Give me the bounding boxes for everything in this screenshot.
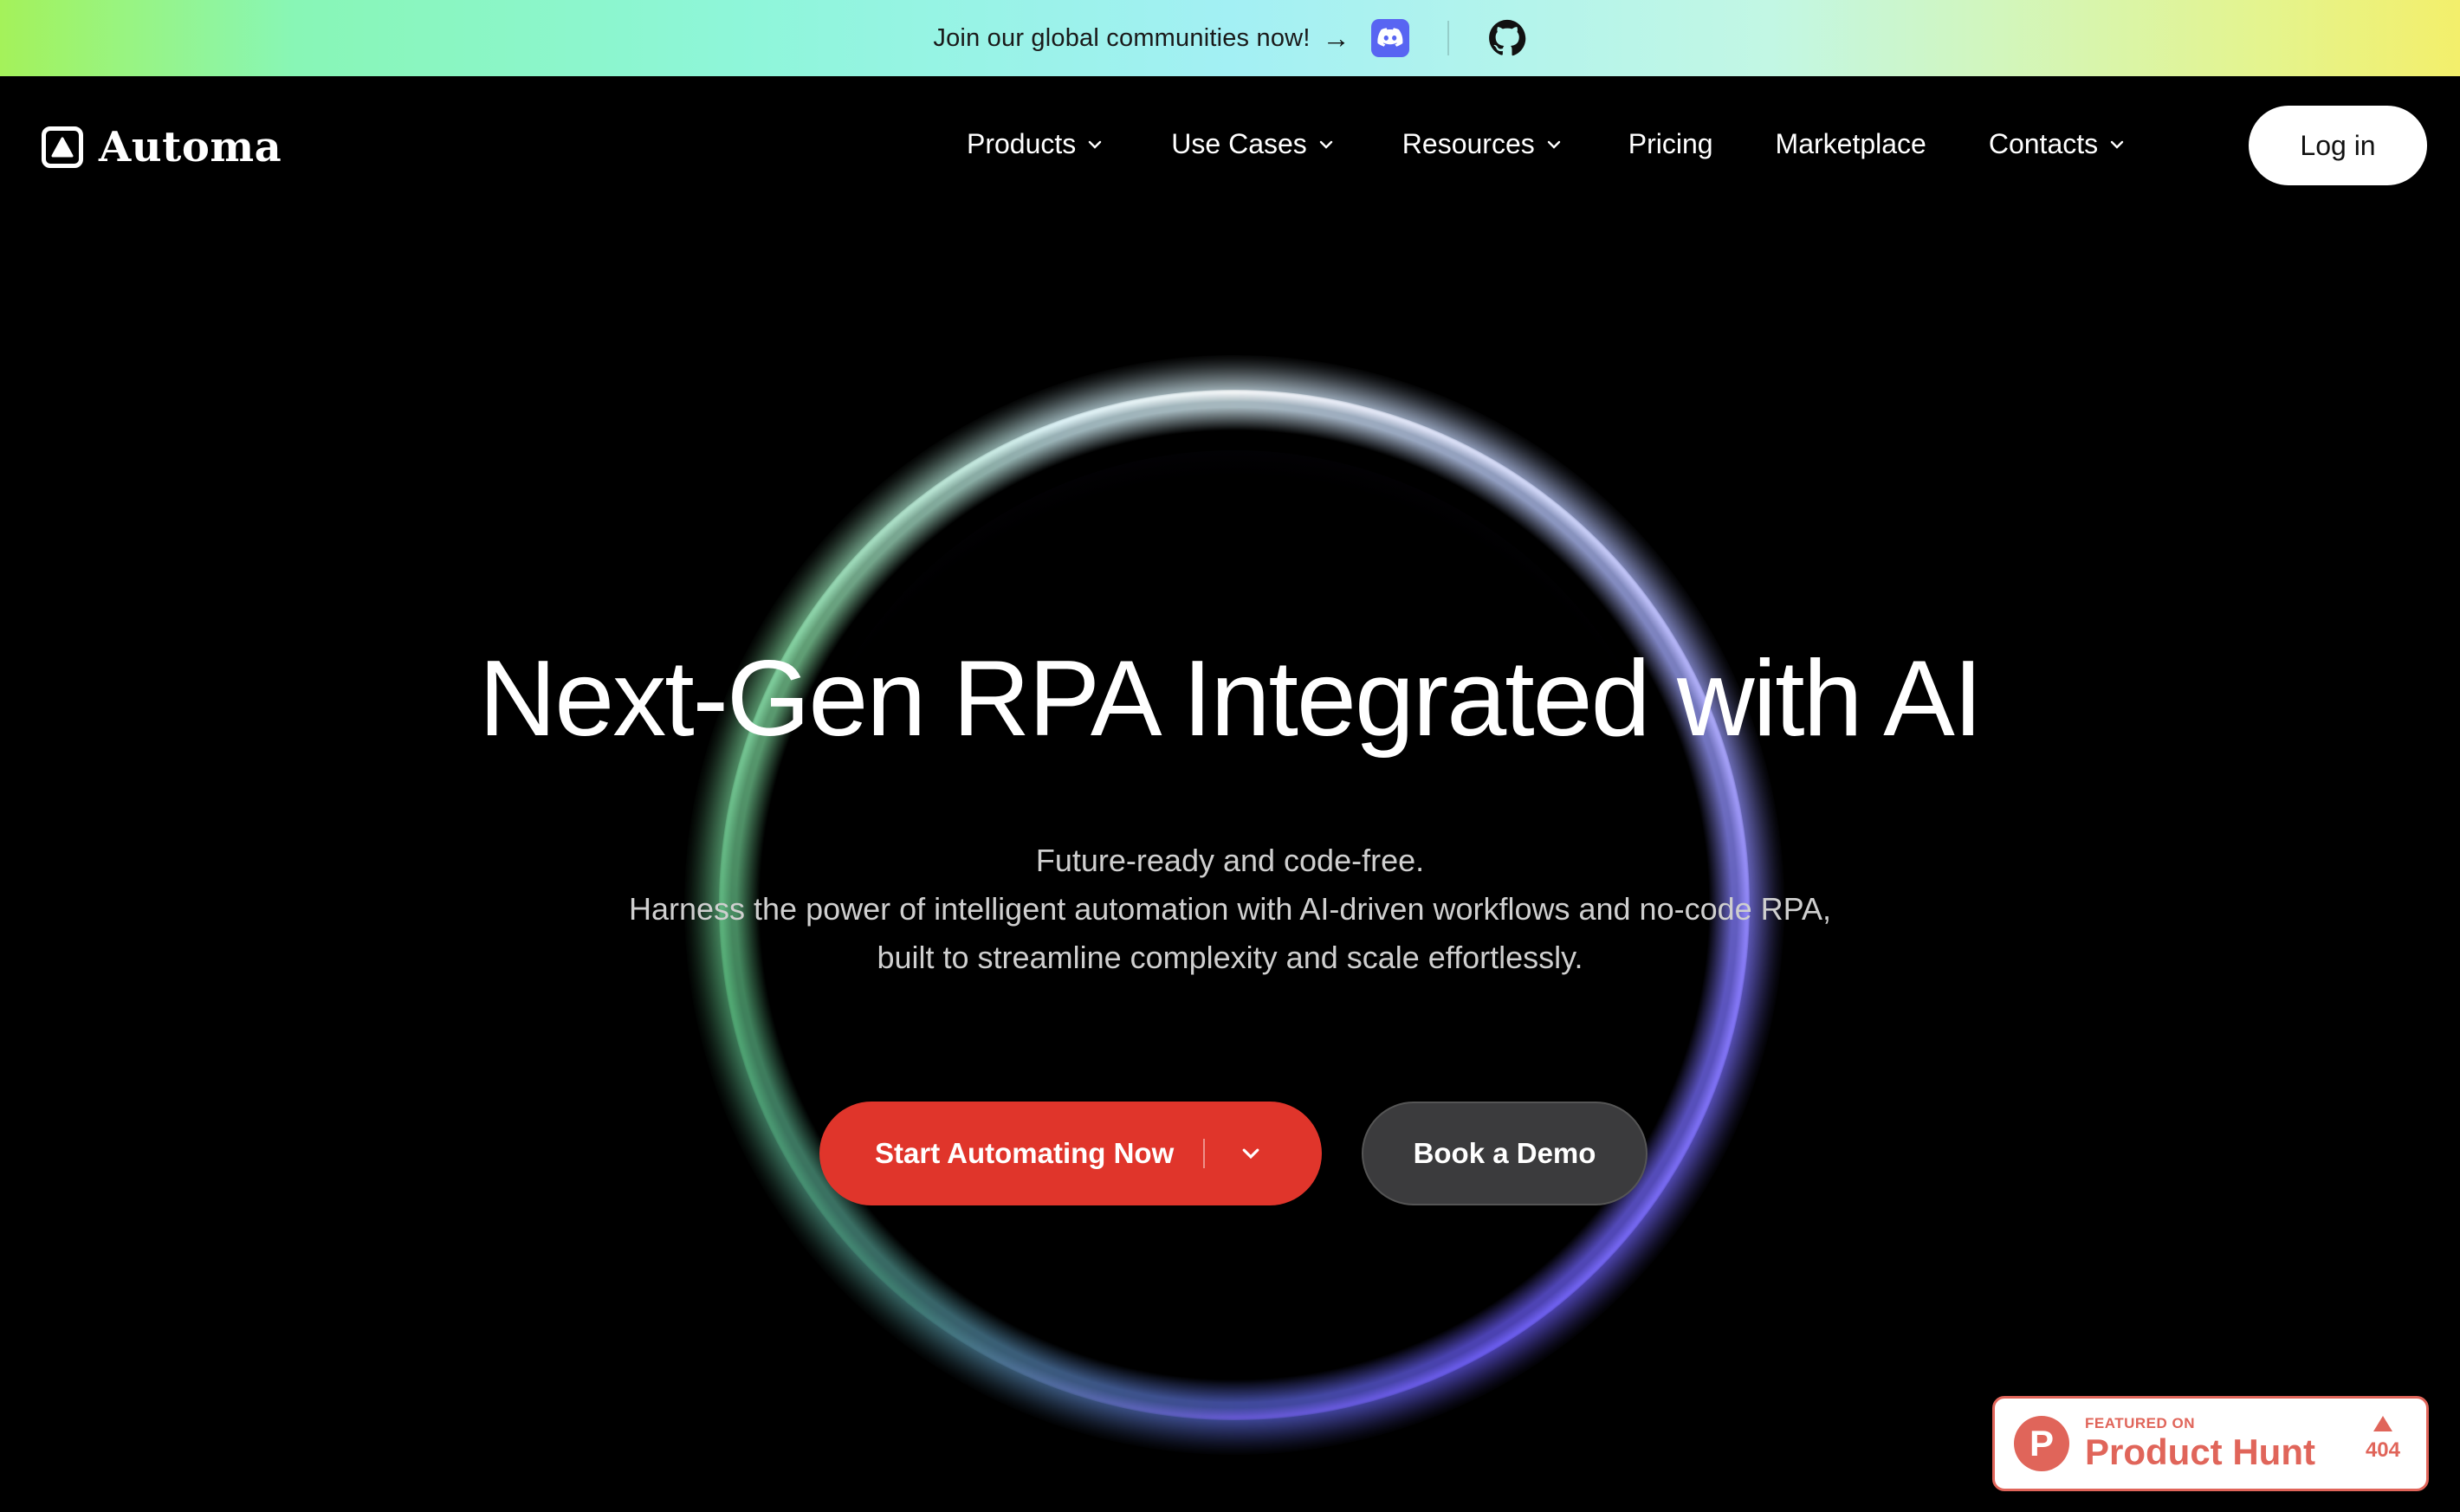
chevron-down-icon [1089,140,1102,149]
announcement-text[interactable]: Join our global communities now! [933,24,1310,53]
hero-subtitle: Future-ready and code-free. Harness the … [0,837,2460,982]
main-menu: Products Use Cases Resources Pricing Mar… [967,128,2126,160]
product-hunt-votes: 404 [2366,1416,2400,1463]
announcement-divider [1447,21,1449,55]
product-hunt-featured-label: FEATURED ON [2085,1415,2196,1431]
nav-item-products[interactable]: Products [967,128,1104,160]
product-hunt-name: Product Hunt [2085,1431,2315,1472]
github-icon[interactable] [1487,18,1527,58]
announcement-bar: Join our global communities now! → [0,0,2460,76]
automa-logo-icon [42,126,83,168]
chevron-down-icon [1242,1148,1259,1160]
nav-item-label: Resources [1402,128,1535,159]
landing-page: Join our global communities now! → Autom… [0,0,2460,1512]
hero-subtitle-line: Future-ready and code-free. [1035,843,1425,878]
hero-subtitle-line: Harness the power of intelligent automat… [628,891,1832,927]
nav-item-label: Pricing [1628,128,1713,159]
start-automating-button[interactable]: Start Automating Now [819,1102,1322,1205]
hero-title: Next-Gen RPA Integrated with AI [478,639,1984,759]
login-button[interactable]: Log in [2249,106,2427,185]
discord-icon[interactable] [1370,19,1409,57]
nav-item-contacts[interactable]: Contacts [1989,128,2126,160]
product-hunt-badge[interactable]: P FEATURED ON Product Hunt 404 [1992,1396,2429,1491]
book-demo-button[interactable]: Book a Demo [1362,1102,1648,1205]
nav-item-pricing[interactable]: Pricing [1628,128,1713,160]
product-hunt-vote-count: 404 [2365,1438,2400,1462]
upvote-icon [2373,1416,2392,1431]
cta-dropdown-toggle[interactable] [1238,1140,1264,1166]
nav-item-marketplace[interactable]: Marketplace [1776,128,1926,160]
navbar: Automa Products Use Cases Resources Pric… [0,76,2460,215]
nav-item-label: Contacts [1988,128,2099,159]
nav-item-resources[interactable]: Resources [1402,128,1563,160]
nav-item-label: Marketplace [1775,128,1926,159]
chevron-down-icon [1319,140,1332,149]
brand-logo[interactable]: Automa [42,123,282,171]
product-hunt-text: FEATURED ON Product Hunt [2085,1415,2315,1472]
nav-item-use-cases[interactable]: Use Cases [1171,128,1335,160]
chevron-down-icon [1547,140,1560,149]
brand-name: Automa [99,123,282,171]
cta-divider [1203,1139,1206,1168]
start-automating-label: Start Automating Now [875,1137,1175,1169]
hero-subtitle-line: built to streamline complexity and scale… [877,940,1583,975]
nav-item-label: Products [967,128,1077,159]
nav-item-label: Use Cases [1171,128,1307,159]
arrow-right-icon: → [1322,22,1350,54]
product-hunt-icon: P [2014,1416,2069,1471]
chevron-down-icon [2110,140,2124,149]
